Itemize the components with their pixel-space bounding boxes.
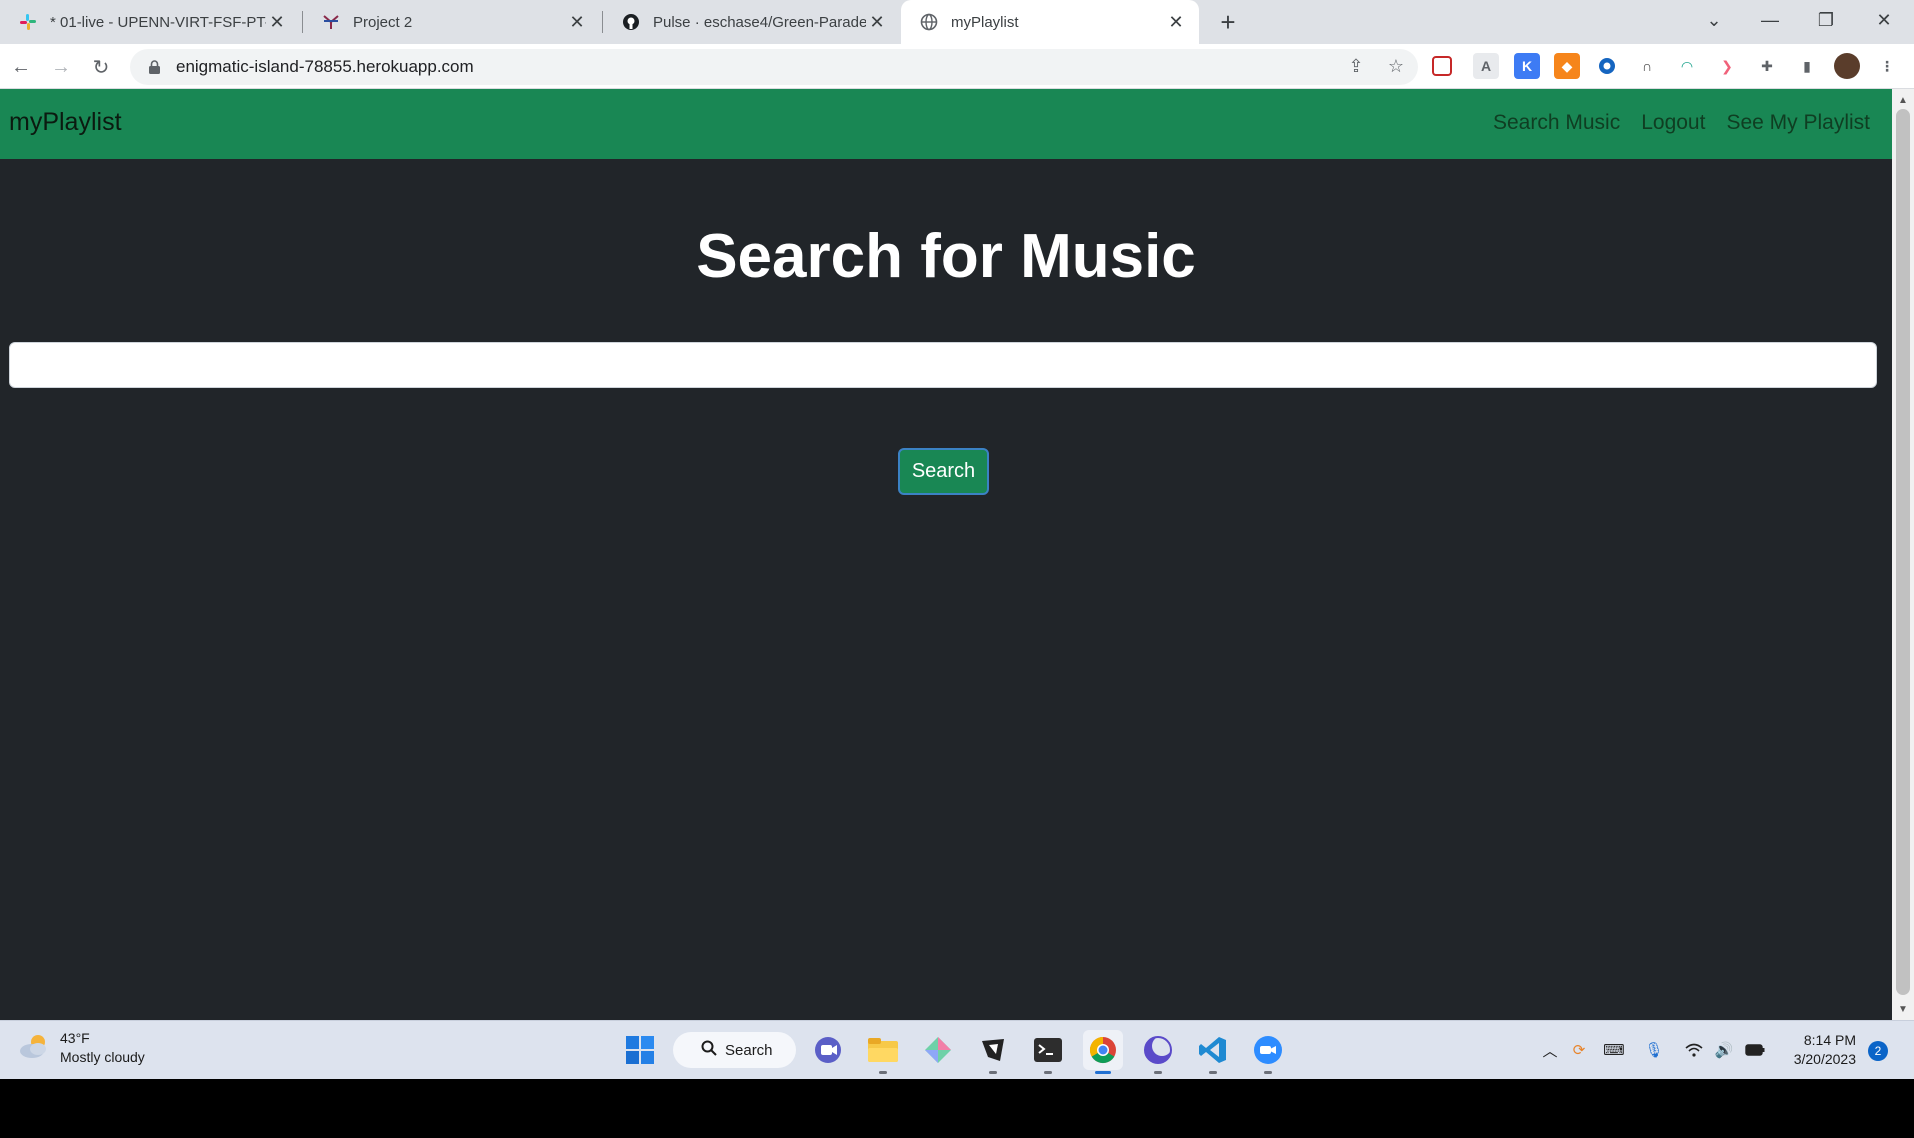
tab-github-pulse[interactable]: Pulse · eschase4/Green-Parade ✕ — [603, 0, 900, 44]
clock-time: 8:14 PM — [1803, 1032, 1856, 1048]
close-icon[interactable]: ✕ — [566, 11, 588, 33]
side-panel-icon[interactable]: ▮ — [1794, 53, 1820, 79]
pocket-extension-icon[interactable] — [1432, 56, 1452, 76]
zoom-icon[interactable] — [1248, 1030, 1288, 1074]
clock-date: 3/20/2023 — [1793, 1051, 1856, 1067]
music-search-input[interactable] — [9, 342, 1877, 388]
address-bar[interactable]: enigmatic-island-78855.herokuapp.com — [130, 49, 1418, 85]
nav-search-music-link[interactable]: Search Music — [1493, 111, 1620, 135]
restore-button[interactable]: ❐ — [1798, 0, 1854, 40]
terminal-icon[interactable] — [1028, 1030, 1068, 1074]
volume-icon[interactable]: 🔊 — [1713, 1039, 1735, 1061]
page-scrollbar[interactable]: ▲ ▼ — [1892, 89, 1914, 1020]
site-brand[interactable]: myPlaylist — [9, 108, 122, 137]
search-icon — [701, 1040, 717, 1060]
wifi-icon[interactable] — [1683, 1039, 1705, 1061]
weather-temperature: 43°F — [60, 1030, 90, 1046]
running-indicator — [1264, 1071, 1272, 1074]
tab-search-chevron-icon[interactable]: ⌄ — [1686, 0, 1742, 40]
show-hidden-icons-chevron-icon[interactable]: ︿ — [1539, 1039, 1561, 1061]
windows-taskbar: 43°F Mostly cloudy Search ︿ ⟳ ⌨ 🎙 🔊 8:14… — [0, 1020, 1914, 1079]
keyboard-icon[interactable]: ⌨ — [1603, 1039, 1625, 1061]
taskbar-search-label: Search — [725, 1041, 773, 1059]
extension-icon[interactable]: A — [1473, 53, 1499, 79]
browser-tab-strip: * 01-live - UPENN-VIRT-FSF-PT-1 ✕ Projec… — [0, 0, 1914, 44]
url-text: enigmatic-island-78855.herokuapp.com — [176, 57, 474, 76]
battery-icon[interactable] — [1744, 1039, 1766, 1061]
close-icon[interactable]: ✕ — [866, 11, 888, 33]
taskbar-search[interactable]: Search — [673, 1032, 796, 1068]
moon-app-icon[interactable] — [1138, 1030, 1178, 1074]
chrome-icon[interactable] — [1083, 1030, 1123, 1074]
minimize-button[interactable]: — — [1742, 0, 1798, 40]
slack-icon — [18, 12, 38, 32]
site-navbar: myPlaylist Search Music Logout See My Pl… — [0, 89, 1892, 159]
microphone-icon[interactable]: 🎙 — [1643, 1039, 1665, 1061]
trello-icon — [321, 12, 341, 32]
teams-chat-icon[interactable] — [808, 1030, 848, 1070]
system-clock[interactable]: 8:14 PM 3/20/2023 — [1780, 1031, 1856, 1069]
sync-icon[interactable]: ⟳ — [1568, 1039, 1590, 1061]
close-icon[interactable]: ✕ — [1165, 11, 1187, 33]
running-indicator — [879, 1071, 887, 1074]
tab-project-2[interactable]: Project 2 ✕ — [303, 0, 600, 44]
browser-toolbar: ← → ↻ enigmatic-island-78855.herokuapp.c… — [0, 44, 1914, 89]
share-icon[interactable]: ⇪ — [1343, 53, 1369, 79]
arc-extension-icon[interactable]: ∩ — [1634, 53, 1660, 79]
close-icon[interactable]: ✕ — [266, 11, 288, 33]
insomnia-app-icon[interactable] — [973, 1030, 1013, 1074]
scroll-up-arrow-icon[interactable]: ▲ — [1892, 93, 1914, 107]
scroll-down-arrow-icon[interactable]: ▼ — [1892, 1002, 1914, 1016]
cloudy-weather-icon — [18, 1032, 50, 1065]
scrollbar-thumb[interactable] — [1896, 109, 1910, 995]
tab-title: Project 2 — [353, 13, 413, 31]
globe-icon — [919, 12, 939, 32]
reload-button[interactable]: ↻ — [86, 52, 116, 82]
search-button[interactable]: Search — [898, 448, 989, 495]
bookmark-star-icon[interactable]: ☆ — [1383, 53, 1409, 79]
screen: * 01-live - UPENN-VIRT-FSF-PT-1 ✕ Projec… — [0, 0, 1914, 1138]
arrow-extension-icon[interactable]: ❯ — [1714, 53, 1740, 79]
tab-title: * 01-live - UPENN-VIRT-FSF-PT-1 — [50, 13, 266, 31]
weather-widget[interactable]: 43°F Mostly cloudy — [18, 1029, 145, 1067]
running-indicator — [1209, 1071, 1217, 1074]
avatar[interactable] — [1834, 53, 1860, 79]
page-viewport: myPlaylist Search Music Logout See My Pl… — [0, 89, 1914, 1020]
notification-badge[interactable]: 2 — [1868, 1041, 1888, 1061]
active-indicator — [1095, 1071, 1111, 1074]
tab-title: Pulse · eschase4/Green-Parade — [653, 13, 866, 31]
lock-icon — [146, 59, 162, 75]
metamask-extension-icon[interactable]: ◆ — [1554, 53, 1580, 79]
new-tab-button[interactable]: + — [1213, 7, 1243, 37]
weather-description: Mostly cloudy — [60, 1049, 145, 1065]
page-title: Search for Music — [696, 222, 1196, 291]
nav-logout-link[interactable]: Logout — [1641, 111, 1705, 135]
screen-bottom-border — [0, 1079, 1914, 1138]
back-button[interactable]: ← — [6, 52, 36, 82]
close-window-button[interactable]: ✕ — [1856, 0, 1912, 40]
running-indicator — [1154, 1071, 1162, 1074]
nav-see-my-playlist-link[interactable]: See My Playlist — [1726, 111, 1870, 135]
bird-extension-icon[interactable]: ◠ — [1674, 53, 1700, 79]
running-indicator — [989, 1071, 997, 1074]
tab-myplaylist[interactable]: myPlaylist ✕ — [901, 0, 1199, 44]
menu-kebab-icon[interactable]: ⋮ — [1874, 53, 1900, 79]
puzzle-icon[interactable]: ✚ — [1754, 53, 1780, 79]
nav-links: Search Music Logout See My Playlist — [1493, 111, 1870, 135]
tab-slack[interactable]: * 01-live - UPENN-VIRT-FSF-PT-1 ✕ — [0, 0, 300, 44]
file-explorer-icon[interactable] — [863, 1030, 903, 1074]
forward-button[interactable]: → — [46, 52, 76, 82]
tab-title: myPlaylist — [951, 13, 1019, 31]
vscode-icon[interactable] — [1193, 1030, 1233, 1074]
kraken-app-icon[interactable] — [918, 1030, 958, 1070]
circle-extension-icon[interactable] — [1594, 53, 1620, 79]
windows-start-icon[interactable] — [620, 1030, 660, 1070]
running-indicator — [1044, 1071, 1052, 1074]
k-extension-icon[interactable]: K — [1514, 53, 1540, 79]
github-icon — [621, 12, 641, 32]
